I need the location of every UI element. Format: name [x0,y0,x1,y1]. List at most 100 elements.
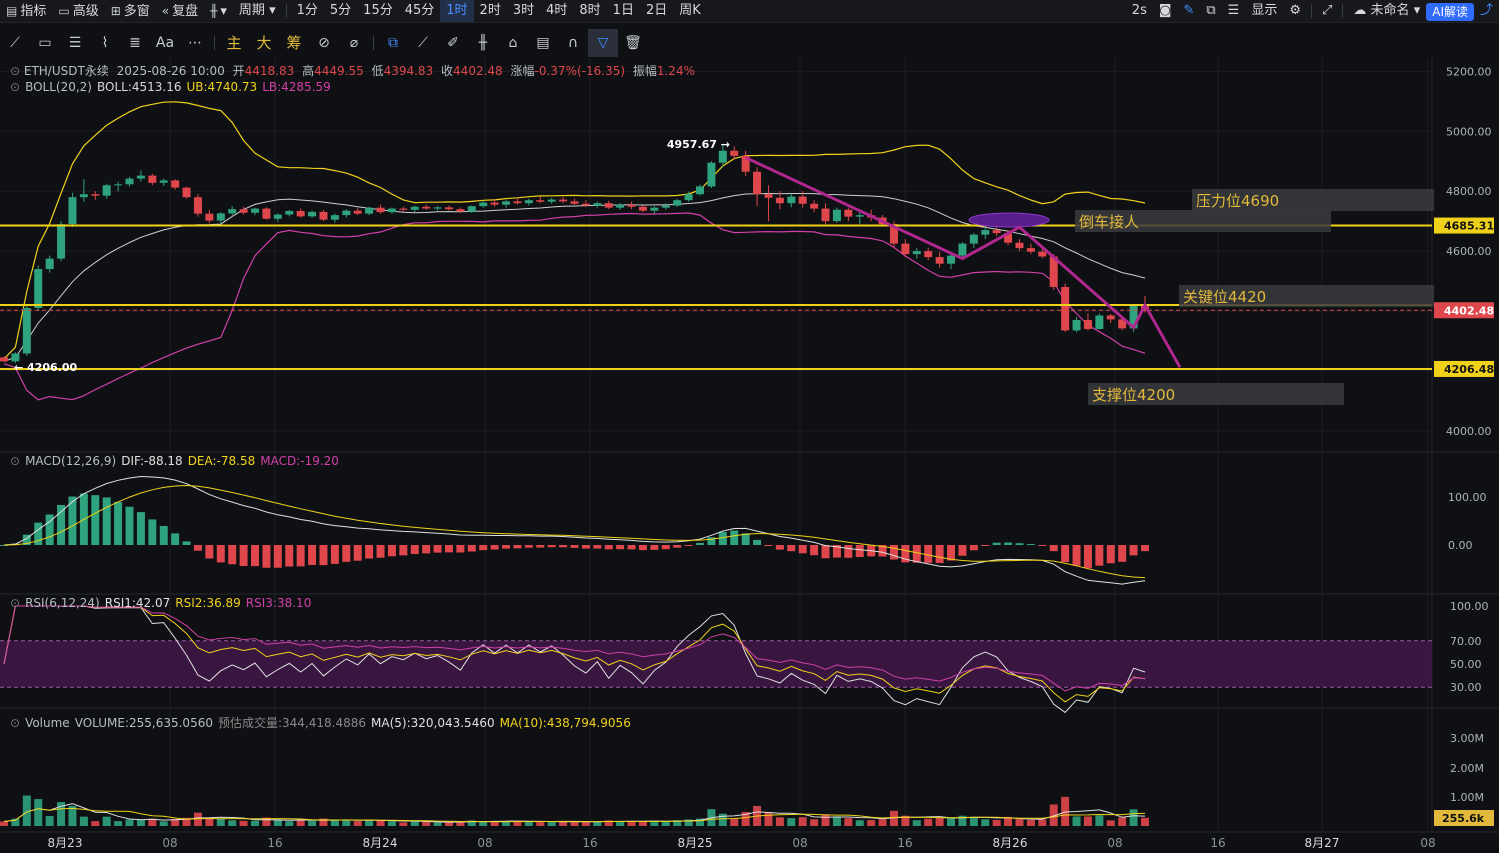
indicator-button[interactable]: ▤ 指标 [0,0,52,22]
macd-histogram-bar [844,545,853,558]
candle-body [330,215,339,220]
rectangle-tool-icon[interactable]: ▭ [30,29,60,57]
collapse-icon[interactable]: ⊙ [10,716,20,730]
macd-histogram-bar [251,545,260,567]
macd-histogram-bar [593,545,602,549]
period-15m[interactable]: 15分 [357,0,399,22]
macd-histogram-bar [308,545,317,566]
rsi-band [0,640,1432,688]
period-1m[interactable]: 1分 [291,0,324,22]
macd-histogram-bar [810,545,819,556]
period-1h[interactable]: 1时 [440,0,474,22]
volume-bar [1038,819,1047,826]
layout-name-button[interactable]: ☁ 未命名 ▾ [1347,0,1426,22]
trash-icon[interactable]: 🗑 [618,29,648,57]
boll-legend: ⊙ BOLL(20,2) BOLL:4513.16 UB:4740.73 LB:4285… [10,80,336,94]
macd-histogram-bar [479,545,488,551]
fibonacci-icon[interactable]: ≣ [120,29,150,57]
divider [214,36,215,50]
notes-icon[interactable]: ▤ [528,29,558,57]
gear-icon[interactable]: ⚙ [1283,0,1307,22]
candle-body [205,213,214,221]
eraser-icon[interactable]: ⌀ [339,29,369,57]
magnet-icon[interactable]: ∩ [558,29,588,57]
macd-histogram-bar [661,545,670,550]
macd-legend: ⊙ MACD(12,26,9) DIF:-88.18 DEA:-78.58 MACD:-… [10,454,344,468]
macd-histogram-bar [182,541,191,545]
volume-bar [798,817,807,826]
candle-body [616,204,625,208]
volume-bar [513,821,522,826]
wave-tool-icon[interactable]: ⌇ [90,29,120,57]
filter-icon[interactable]: ▽ [588,29,618,57]
chip-button[interactable]: 筹 [279,29,309,57]
share-icon[interactable]: ⤴ [1474,0,1499,22]
volume-bar [924,818,933,826]
parallel-lines-icon[interactable]: ☰ [60,29,90,57]
display-button[interactable]: 显示 [1245,0,1283,22]
period-5m[interactable]: 5分 [324,0,357,22]
lock-icon[interactable]: ⌂ [498,29,528,57]
macd-histogram-bar [91,495,100,545]
grid-icon: ⊞ [110,4,121,18]
candle-body [479,202,488,207]
collapse-icon[interactable]: ⊙ [10,80,20,94]
macd-histogram-bar [422,545,431,554]
collapse-icon[interactable]: ⊙ [10,454,20,468]
brush-icon[interactable]: ✐ [438,29,468,57]
list-settings-icon[interactable]: ☰ [1222,0,1246,22]
period-2h[interactable]: 2时 [474,0,507,22]
refresh-rate[interactable]: 2s [1126,0,1153,22]
replay-button[interactable]: «复盘 [156,0,204,22]
price-axis: 4000.004200.004400.004600.004800.005000.… [1434,65,1494,826]
ruler-icon[interactable]: ⟋ [408,29,438,57]
candle-body [718,150,727,163]
volume-bar [935,817,944,826]
multi-window-button[interactable]: ⊞ 多窗 [105,0,156,22]
big-order-button[interactable]: 大 [249,29,279,57]
text-tool[interactable]: Aa [150,29,180,57]
boll-mid: BOLL:4513.16 [96,80,182,94]
period-1w[interactable]: 周K [673,0,707,22]
macd-histogram-bar [136,512,145,545]
macd-histogram-bar [502,545,511,549]
rsi-tick-label: 70.00 [1450,635,1482,648]
period-3h[interactable]: 3时 [507,0,540,22]
volume-bar [547,821,556,826]
candle-compare-icon[interactable]: ╫ [468,29,498,57]
candle-body [661,205,670,208]
collapse-icon[interactable]: ⊙ [10,596,20,610]
volume-bar [376,820,385,826]
ai-interpret-button[interactable]: AI解读 [1426,3,1474,21]
period-1d[interactable]: 1日 [607,0,640,22]
macd-histogram-bar [764,545,773,546]
fullscreen-icon[interactable]: ⤢ [1316,0,1338,22]
macd-histogram-bar [981,545,990,546]
copy-icon[interactable]: ⧉ [378,29,408,57]
candle-type-button[interactable]: ╫ ▾ [204,0,233,22]
main-force-button[interactable]: 主 [219,29,249,57]
pen-icon[interactable]: ✎ [1177,0,1200,22]
more-icon[interactable]: ⋯ [180,29,210,57]
candle-icon: ╫ [210,4,218,18]
period-8h[interactable]: 8时 [573,0,606,22]
macd-histogram-bar [616,545,625,550]
crosshair-icon[interactable]: ⊘ [309,29,339,57]
candle-body [342,210,351,216]
popout-icon[interactable]: ⧉ [1200,0,1221,22]
candle-body [958,243,967,256]
line-tool-icon[interactable]: ⟋ [0,29,30,57]
volume-bar [878,819,887,826]
macd-histogram-bar [730,530,739,545]
collapse-icon[interactable]: ⊙ [10,64,24,78]
advanced-button[interactable]: ▭ 高级 [52,0,104,22]
time-tick-label: 16 [582,836,597,850]
period-45m[interactable]: 45分 [399,0,441,22]
period-button[interactable]: 周期 ▾ [233,0,282,22]
period-2d[interactable]: 2日 [640,0,673,22]
candle-body [125,178,134,185]
volume-bar [114,821,123,826]
camera-icon[interactable]: ◙ [1153,0,1178,22]
candle-body [707,162,716,187]
period-4h[interactable]: 4时 [540,0,573,22]
